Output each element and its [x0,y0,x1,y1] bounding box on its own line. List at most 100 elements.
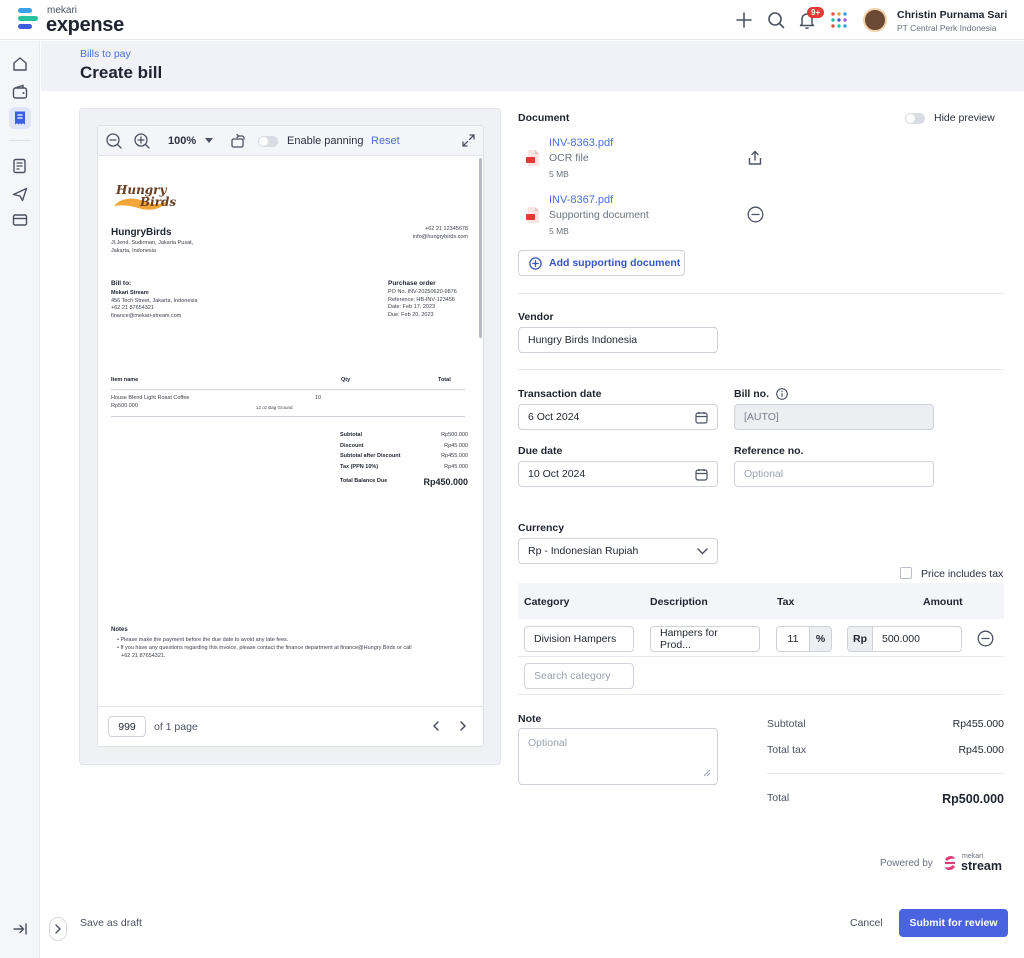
due-date-input[interactable]: 10 Oct 2024 [518,461,718,487]
plus-icon[interactable] [733,9,755,31]
home-icon[interactable] [9,53,31,75]
search-category-placeholder: Search category [534,670,611,682]
summary-subtotal: Rp455.000 [952,718,1004,730]
description-input[interactable]: Hampers for Prod... [650,626,760,652]
vendor-label: Vendor [518,311,554,323]
invoice-col-qty: Qty [341,377,351,383]
th-description: Description [650,596,708,608]
invoice-bill-to: Bill to: Mekari Stream 456 Tech Street, … [111,280,198,320]
expand-sidebar-icon[interactable] [9,918,31,940]
collapse-panel-button[interactable] [49,917,67,941]
info-icon[interactable] [776,388,788,400]
transaction-date-value: 6 Oct 2024 [528,411,580,423]
tax-input[interactable]: 11 % [776,626,832,652]
th-category: Category [524,596,570,608]
resize-handle-icon[interactable] [703,769,711,777]
page-total: of 1 page [154,721,198,733]
zoom-out-icon[interactable] [105,132,123,150]
section-divider [518,293,1004,294]
reference-input[interactable]: Optional [734,461,934,487]
submit-for-review-button[interactable]: Submit for review [899,909,1008,937]
prev-page-icon[interactable] [430,720,442,732]
viewer-scrollbar[interactable] [479,158,482,338]
hide-preview-toggle[interactable] [905,113,925,124]
category-input[interactable]: Division Hampers [524,626,634,652]
cancel-button[interactable]: Cancel [850,917,883,929]
currency-label: Currency [518,522,565,534]
add-supporting-document-button[interactable]: Add supporting document [518,250,685,276]
invoice-col-item: Item name [111,377,139,383]
search-icon[interactable] [765,9,787,31]
card-icon[interactable] [9,209,31,231]
report-icon[interactable] [9,155,31,177]
wallet-icon[interactable] [9,81,31,103]
amount-currency: Rp [848,627,873,651]
note-label: Note [518,713,542,725]
category-value: Division Hampers [534,633,617,645]
tax-unit: % [809,627,831,651]
summary-tax-label: Total tax [767,744,807,756]
vendor-value: Hungry Birds Indonesia [528,334,638,346]
remove-row-icon[interactable] [977,630,994,647]
bill-icon[interactable] [9,107,31,129]
invoice-item-desc: 12 oz Bag Ground [256,405,293,410]
save-as-draft-button[interactable]: Save as draft [80,917,142,929]
remove-file-icon[interactable] [747,206,764,223]
page-title: Create bill [80,63,163,82]
apps-grid-icon[interactable] [828,9,850,31]
note-textarea[interactable]: Optional [518,728,718,785]
amount-input[interactable]: Rp 500.000 [847,626,962,652]
invoice-divider [111,389,465,390]
upload-icon[interactable] [746,149,764,167]
note-placeholder: Optional [528,737,568,749]
hungry-birds-logo: Hungry Birds [110,180,180,214]
search-category-input[interactable]: Search category [524,663,634,689]
invoice-address: Jl.Jend. Sudirman, Jakarta Pusat, Jakart… [111,240,194,254]
bill-no-label-row: Bill no. [734,388,788,400]
next-page-icon[interactable] [457,720,469,732]
file-size-2: 5 MB [549,226,569,236]
file-name-1[interactable]: INV-8363.pdf [549,137,613,149]
bill-no-value: [AUTO] [744,411,779,423]
zoom-value: 100% [168,135,197,147]
plane-icon[interactable] [9,183,31,205]
zoom-select[interactable]: 100% [168,135,214,147]
summary-subtotal-label: Subtotal [767,718,806,730]
left-nav [0,41,40,958]
currency-value: Rp - Indonesian Rupiah [528,545,639,557]
reference-label: Reference no. [734,445,804,457]
vendor-input[interactable]: Hungry Birds Indonesia [518,327,718,353]
avatar[interactable] [863,8,887,32]
document-label: Document [518,112,570,124]
price-includes-tax-checkbox[interactable] [900,567,912,579]
rotate-icon[interactable] [229,132,247,150]
bill-no-input: [AUTO] [734,404,934,430]
bill-no-label: Bill no. [734,388,769,400]
reset-link[interactable]: Reset [371,135,400,147]
calendar-icon [695,411,708,424]
transaction-date-input[interactable]: 6 Oct 2024 [518,404,718,430]
add-supporting-document-label: Add supporting document [549,257,681,269]
currency-select[interactable]: Rp - Indonesian Rupiah [518,538,718,564]
due-date-value: 10 Oct 2024 [528,468,586,480]
nav-divider [9,140,31,141]
stream-logo-icon [943,854,957,872]
hide-preview-label: Hide preview [934,112,995,124]
page-number-input[interactable]: 999 [108,716,146,737]
amount-value: 500.000 [882,633,920,645]
svg-text:Birds: Birds [139,195,176,209]
invoice-divider-2 [111,416,465,417]
panning-toggle[interactable] [258,136,278,147]
zoom-in-icon[interactable] [133,132,151,150]
breadcrumb[interactable]: Bills to pay [80,48,131,60]
calendar-icon [695,468,708,481]
description-value: Hampers for Prod... [660,627,718,651]
pdf-file-icon [526,150,540,166]
plus-circle-icon [529,256,542,270]
powered-by-label: Powered by [880,858,933,869]
user-org: PT Central Perk Indonesia [897,23,997,33]
stream-brand-name: stream [961,859,1002,873]
th-tax: Tax [777,596,795,608]
file-name-2[interactable]: INV-8367.pdf [549,194,613,206]
fullscreen-icon[interactable] [461,133,476,148]
